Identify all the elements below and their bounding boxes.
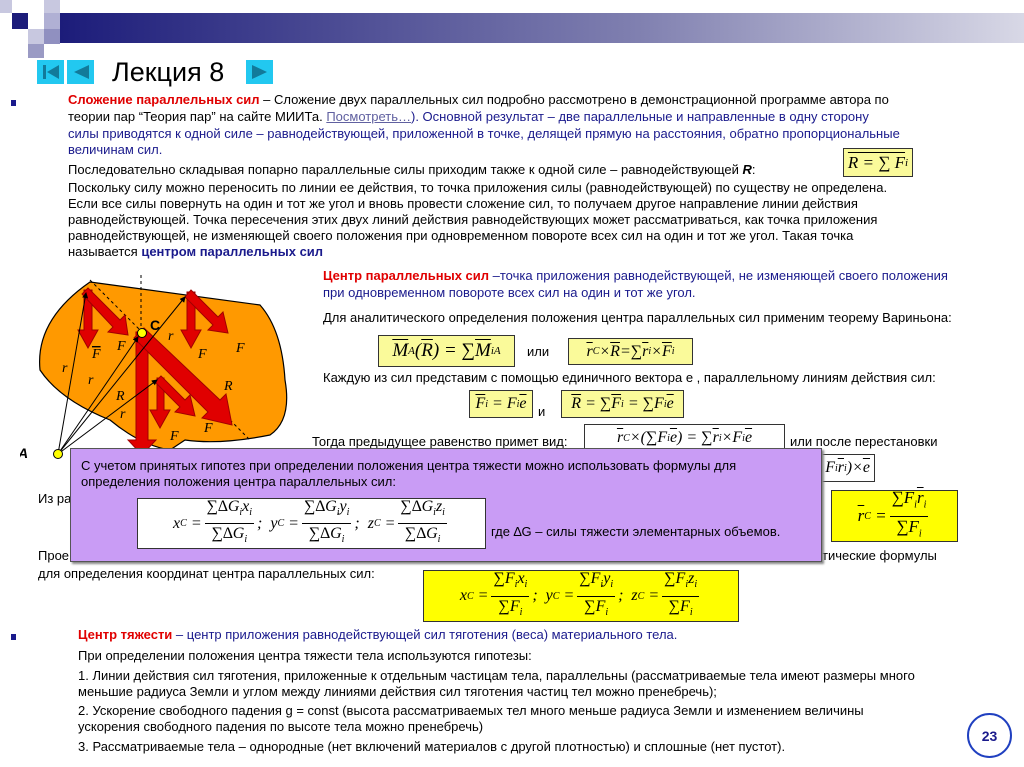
text-and: и xyxy=(538,404,546,419)
header-bar xyxy=(60,13,1024,43)
decor-square xyxy=(28,44,44,58)
paragraph-line: Прое xyxy=(38,548,70,563)
text: R xyxy=(742,162,752,177)
label-r: R xyxy=(115,389,125,404)
label-c: C xyxy=(150,317,160,333)
paragraph-line: 2. Ускорение свободного падения g = cons… xyxy=(78,703,864,718)
text: – Сложение двух параллельных сил подробн… xyxy=(259,92,889,107)
paragraph-line: Для аналитического определения положения… xyxy=(323,310,952,325)
paragraph-line: При определении положения центра тяжести… xyxy=(78,648,532,663)
text: – центр приложения равнодействующей сил … xyxy=(172,627,678,642)
paragraph-line: равнодействующей, не изменяющей своего п… xyxy=(68,228,854,243)
paragraph-line: 1. Линии действия сил тяготения, приложе… xyxy=(78,668,915,683)
skip-back-icon xyxy=(42,65,59,79)
formula-gravity-center: xC = ∑∆Gixi ∑∆Gi; yC = ∑∆Giyi ∑∆Gi; zC = ∑∆Gi… xyxy=(137,498,486,549)
label-r2: r xyxy=(168,329,174,344)
view-link[interactable]: Посмотреть… xyxy=(326,109,411,124)
paragraph-line: тические формулы xyxy=(822,548,937,563)
label-f3: F xyxy=(169,429,179,444)
paragraph-line: Если все силы повернуть на один и тот же… xyxy=(68,196,858,211)
decor-square xyxy=(28,29,44,44)
popup-text: С учетом принятых гипотез при определени… xyxy=(81,458,737,473)
paragraph-line: называется центром параллельных сил xyxy=(68,244,323,260)
decor-square xyxy=(12,13,28,29)
text: называется xyxy=(68,244,142,259)
paragraph-line: Центр параллельных сил –точка приложения… xyxy=(323,268,948,284)
label-rc: r xyxy=(88,373,94,388)
label-r1: r xyxy=(62,361,68,376)
label-f2: F xyxy=(197,347,207,362)
paragraph-line: Поскольку силу можно переносить по линии… xyxy=(68,180,888,195)
popup-text: где ∆G – силы тяжести элементарных объем… xyxy=(491,524,781,539)
paragraph-line: для определения координат центра паралле… xyxy=(38,566,375,581)
popup-note: С учетом принятых гипотез при определени… xyxy=(70,448,822,562)
paragraph-line: Каждую из сил представим с помощью едини… xyxy=(323,370,936,385)
formula-unit-force: Fi = Fie xyxy=(469,390,533,418)
text-or: или xyxy=(527,344,550,359)
paragraph-line: ускорения свободного падения по высоте т… xyxy=(78,719,484,734)
paragraph-line: Сложение параллельных сил – Сложение дву… xyxy=(68,92,889,108)
decor-square xyxy=(44,29,60,44)
paragraph-line: величинам сил. xyxy=(68,142,163,157)
formula-coordinates: xC = ∑Fixi ∑Fi; yC = ∑Fiyi ∑Fi; zC = ∑Fizi ∑Fi xyxy=(423,570,739,622)
label-r: R xyxy=(223,379,233,394)
label-f1: F xyxy=(91,347,101,362)
slide-title: Лекция 8 xyxy=(112,57,225,87)
page-number: 23 xyxy=(967,713,1012,758)
point-a xyxy=(53,449,63,459)
paragraph-line: Центр тяжести – центр приложения равноде… xyxy=(78,627,677,643)
bullet xyxy=(11,100,16,106)
paragraph-line: теории пар “Теория пар” на сайте МИИТа. … xyxy=(68,109,869,125)
term: центром параллельных сил xyxy=(141,244,324,259)
parallel-forces-diagram: C A F F F F F F R R r r r r xyxy=(20,275,288,461)
paragraph-line: равнодействующей. Точка пересечения этих… xyxy=(68,212,878,227)
text: ). Основной результат – две параллельные… xyxy=(411,109,869,124)
popup-text: определения положения центра параллельны… xyxy=(81,474,396,489)
label-f1: F xyxy=(116,339,126,354)
triangle-right-icon xyxy=(251,65,267,79)
paragraph-line: меньшие радиуса Земли и углом между лини… xyxy=(78,684,717,699)
label-r3: r xyxy=(120,407,126,422)
label-a: A xyxy=(20,445,28,461)
paragraph-line: при одновременном повороте всех сил на о… xyxy=(323,285,696,300)
term: Центр параллельных сил xyxy=(323,268,490,283)
decor-square xyxy=(44,13,60,29)
formula-unit-resultant: R = ∑ Fi = ∑F i e xyxy=(561,390,684,418)
formula-varignon: M A(R) = ∑ MiA xyxy=(378,335,515,367)
text: Последовательно складывая попарно паралл… xyxy=(68,162,743,177)
first-slide-button[interactable] xyxy=(37,60,64,84)
text: : xyxy=(751,162,756,177)
term: Центр тяжести xyxy=(78,627,173,642)
bullet xyxy=(11,634,16,640)
label-f3: F xyxy=(203,421,213,436)
label-f2: F xyxy=(235,341,245,356)
text: теории пар “Теория пар” на сайте МИИТа. xyxy=(68,109,327,124)
point-c xyxy=(137,328,147,338)
formula-resultant: R = ∑ Fi xyxy=(843,148,913,177)
triangle-left-icon xyxy=(73,65,89,79)
formula-moment: r C × R =∑ r i × Fi xyxy=(568,338,693,365)
next-slide-button[interactable] xyxy=(246,60,273,84)
previous-slide-button[interactable] xyxy=(67,60,94,84)
decor-square xyxy=(44,0,60,13)
paragraph-line: силы приводятся к одной силе – равнодейс… xyxy=(68,126,900,141)
decor-square xyxy=(0,0,12,13)
term: Сложение параллельных сил xyxy=(68,92,260,107)
paragraph-line: 3. Рассматриваемые тела – однородные (не… xyxy=(78,739,786,754)
text: –точка приложения равнодействующей, не и… xyxy=(489,268,948,283)
formula-rc-vector: rC = ∑Firi ∑Fi xyxy=(831,488,958,542)
paragraph-line: Последовательно складывая попарно паралл… xyxy=(68,162,756,178)
paragraph-line: Из ра xyxy=(38,491,72,506)
